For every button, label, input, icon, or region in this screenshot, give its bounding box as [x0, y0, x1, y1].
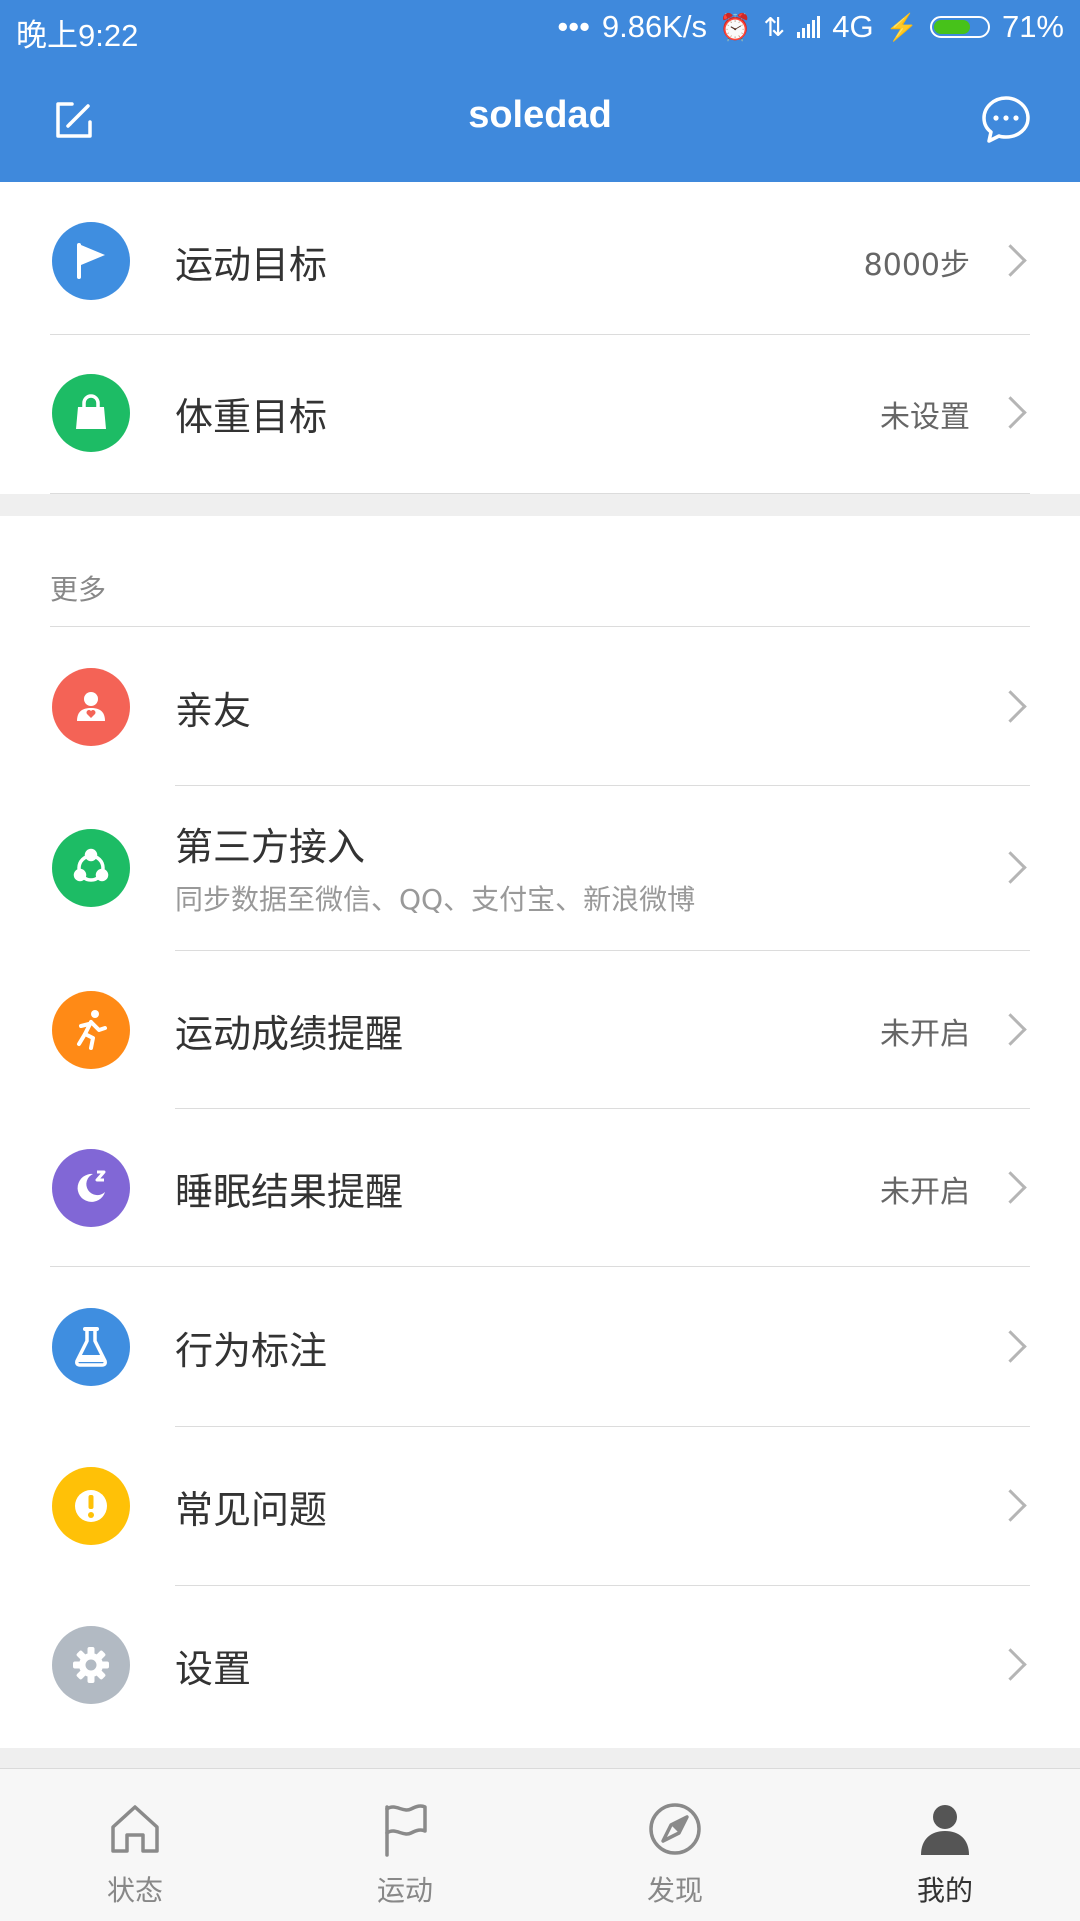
flask-icon	[52, 1308, 130, 1386]
network-speed: 9.86K/s	[601, 9, 708, 44]
row-title: 常见问题	[175, 1488, 328, 1532]
divider	[50, 1266, 1030, 1267]
signal-icon	[797, 16, 821, 38]
tab-label: 我的	[916, 1874, 973, 1907]
chevron-right-icon	[994, 396, 1027, 429]
row-title: 睡眠结果提醒	[175, 1170, 404, 1214]
tab-label: 运动	[376, 1874, 433, 1907]
sport-goal-row[interactable]: 运动目标 8000步	[0, 182, 1080, 340]
tab-discover[interactable]: 发现	[540, 1769, 810, 1921]
weight-goal-row[interactable]: 体重目标 未设置	[0, 334, 1080, 492]
status-indicators: ••• 9.86K/s ⏰ ⇅ 4G ⚡ 71%	[557, 9, 1064, 45]
row-subtitle: 同步数据至微信、QQ、支付宝、新浪微博	[175, 883, 696, 916]
row-value: 未开启	[880, 1017, 970, 1052]
chevron-right-icon	[994, 1648, 1027, 1681]
share-icon	[52, 829, 130, 907]
row-title: 第三方接入	[175, 825, 366, 869]
settings-row[interactable]: 设置	[0, 1586, 1080, 1744]
status-bar: 晚上9:22 ••• 9.86K/s ⏰ ⇅ 4G ⚡ 71%	[0, 0, 1080, 56]
bag-icon	[52, 374, 130, 452]
tab-status[interactable]: 状态	[0, 1769, 270, 1921]
charging-icon: ⚡	[885, 11, 918, 42]
chevron-right-icon	[994, 1330, 1027, 1363]
flag-outline-icon	[385, 1804, 427, 1857]
row-title: 体重目标	[175, 395, 328, 439]
battery-level	[933, 20, 970, 34]
chevron-right-icon	[994, 1013, 1027, 1046]
data-transfer-icon: ⇅	[763, 11, 786, 42]
chevron-right-icon	[994, 851, 1027, 884]
alarm-icon: ⏰	[719, 11, 752, 42]
row-title: 运动成绩提醒	[175, 1012, 404, 1056]
tab-label: 发现	[646, 1874, 703, 1907]
battery-percent: 71%	[1001, 9, 1064, 44]
sleep-icon	[52, 1149, 130, 1227]
tab-label: 状态	[106, 1874, 163, 1907]
section-title: 更多	[50, 573, 107, 606]
tab-sport[interactable]: 运动	[270, 1769, 540, 1921]
status-time: 晚上9:22	[16, 18, 139, 53]
row-title: 设置	[175, 1647, 252, 1691]
exclamation-icon	[52, 1467, 130, 1545]
row-value: 8000步	[863, 248, 970, 283]
row-value: 未设置	[880, 400, 970, 435]
divider	[50, 493, 1030, 494]
chat-bubble-icon[interactable]	[976, 90, 1036, 150]
gear-icon	[52, 1626, 130, 1704]
third-party-row[interactable]: 第三方接入 同步数据至微信、QQ、支付宝、新浪微博	[0, 786, 1080, 950]
behavior-tag-row[interactable]: 行为标注	[0, 1268, 1080, 1426]
bottom-tab-bar: 状态 运动 发现 我的	[0, 1768, 1080, 1921]
sport-reminder-row[interactable]: 运动成绩提醒 未开启	[0, 951, 1080, 1109]
tab-mine[interactable]: 我的	[810, 1769, 1080, 1921]
more-dots: •••	[557, 9, 590, 44]
compass-icon	[649, 1803, 701, 1855]
row-title: 亲友	[175, 689, 252, 733]
divider	[50, 626, 1030, 627]
row-title: 运动目标	[175, 243, 328, 287]
row-title: 行为标注	[175, 1329, 328, 1373]
chevron-right-icon	[994, 244, 1027, 277]
chevron-right-icon	[994, 1489, 1027, 1522]
friend-icon	[52, 668, 130, 746]
chevron-right-icon	[994, 690, 1027, 723]
network-type: 4G	[832, 9, 874, 44]
chevron-right-icon	[994, 1171, 1027, 1204]
flag-icon	[52, 222, 130, 300]
home-icon	[111, 1805, 159, 1853]
row-value: 未开启	[880, 1175, 970, 1210]
more-card: 更多 亲友 第三方接入 同步数据至微信、QQ、支付宝、新浪微博 运动成绩提醒 未…	[0, 516, 1080, 1748]
battery-icon	[929, 16, 990, 38]
page-title: soledad	[468, 94, 612, 136]
faq-row[interactable]: 常见问题	[0, 1427, 1080, 1585]
goals-card: 运动目标 8000步 体重目标 未设置	[0, 182, 1080, 494]
person-icon	[921, 1805, 969, 1855]
app-bar: soledad	[0, 56, 1080, 182]
runner-icon	[52, 991, 130, 1069]
friends-row[interactable]: 亲友	[0, 628, 1080, 786]
sleep-reminder-row[interactable]: 睡眠结果提醒 未开启	[0, 1109, 1080, 1267]
